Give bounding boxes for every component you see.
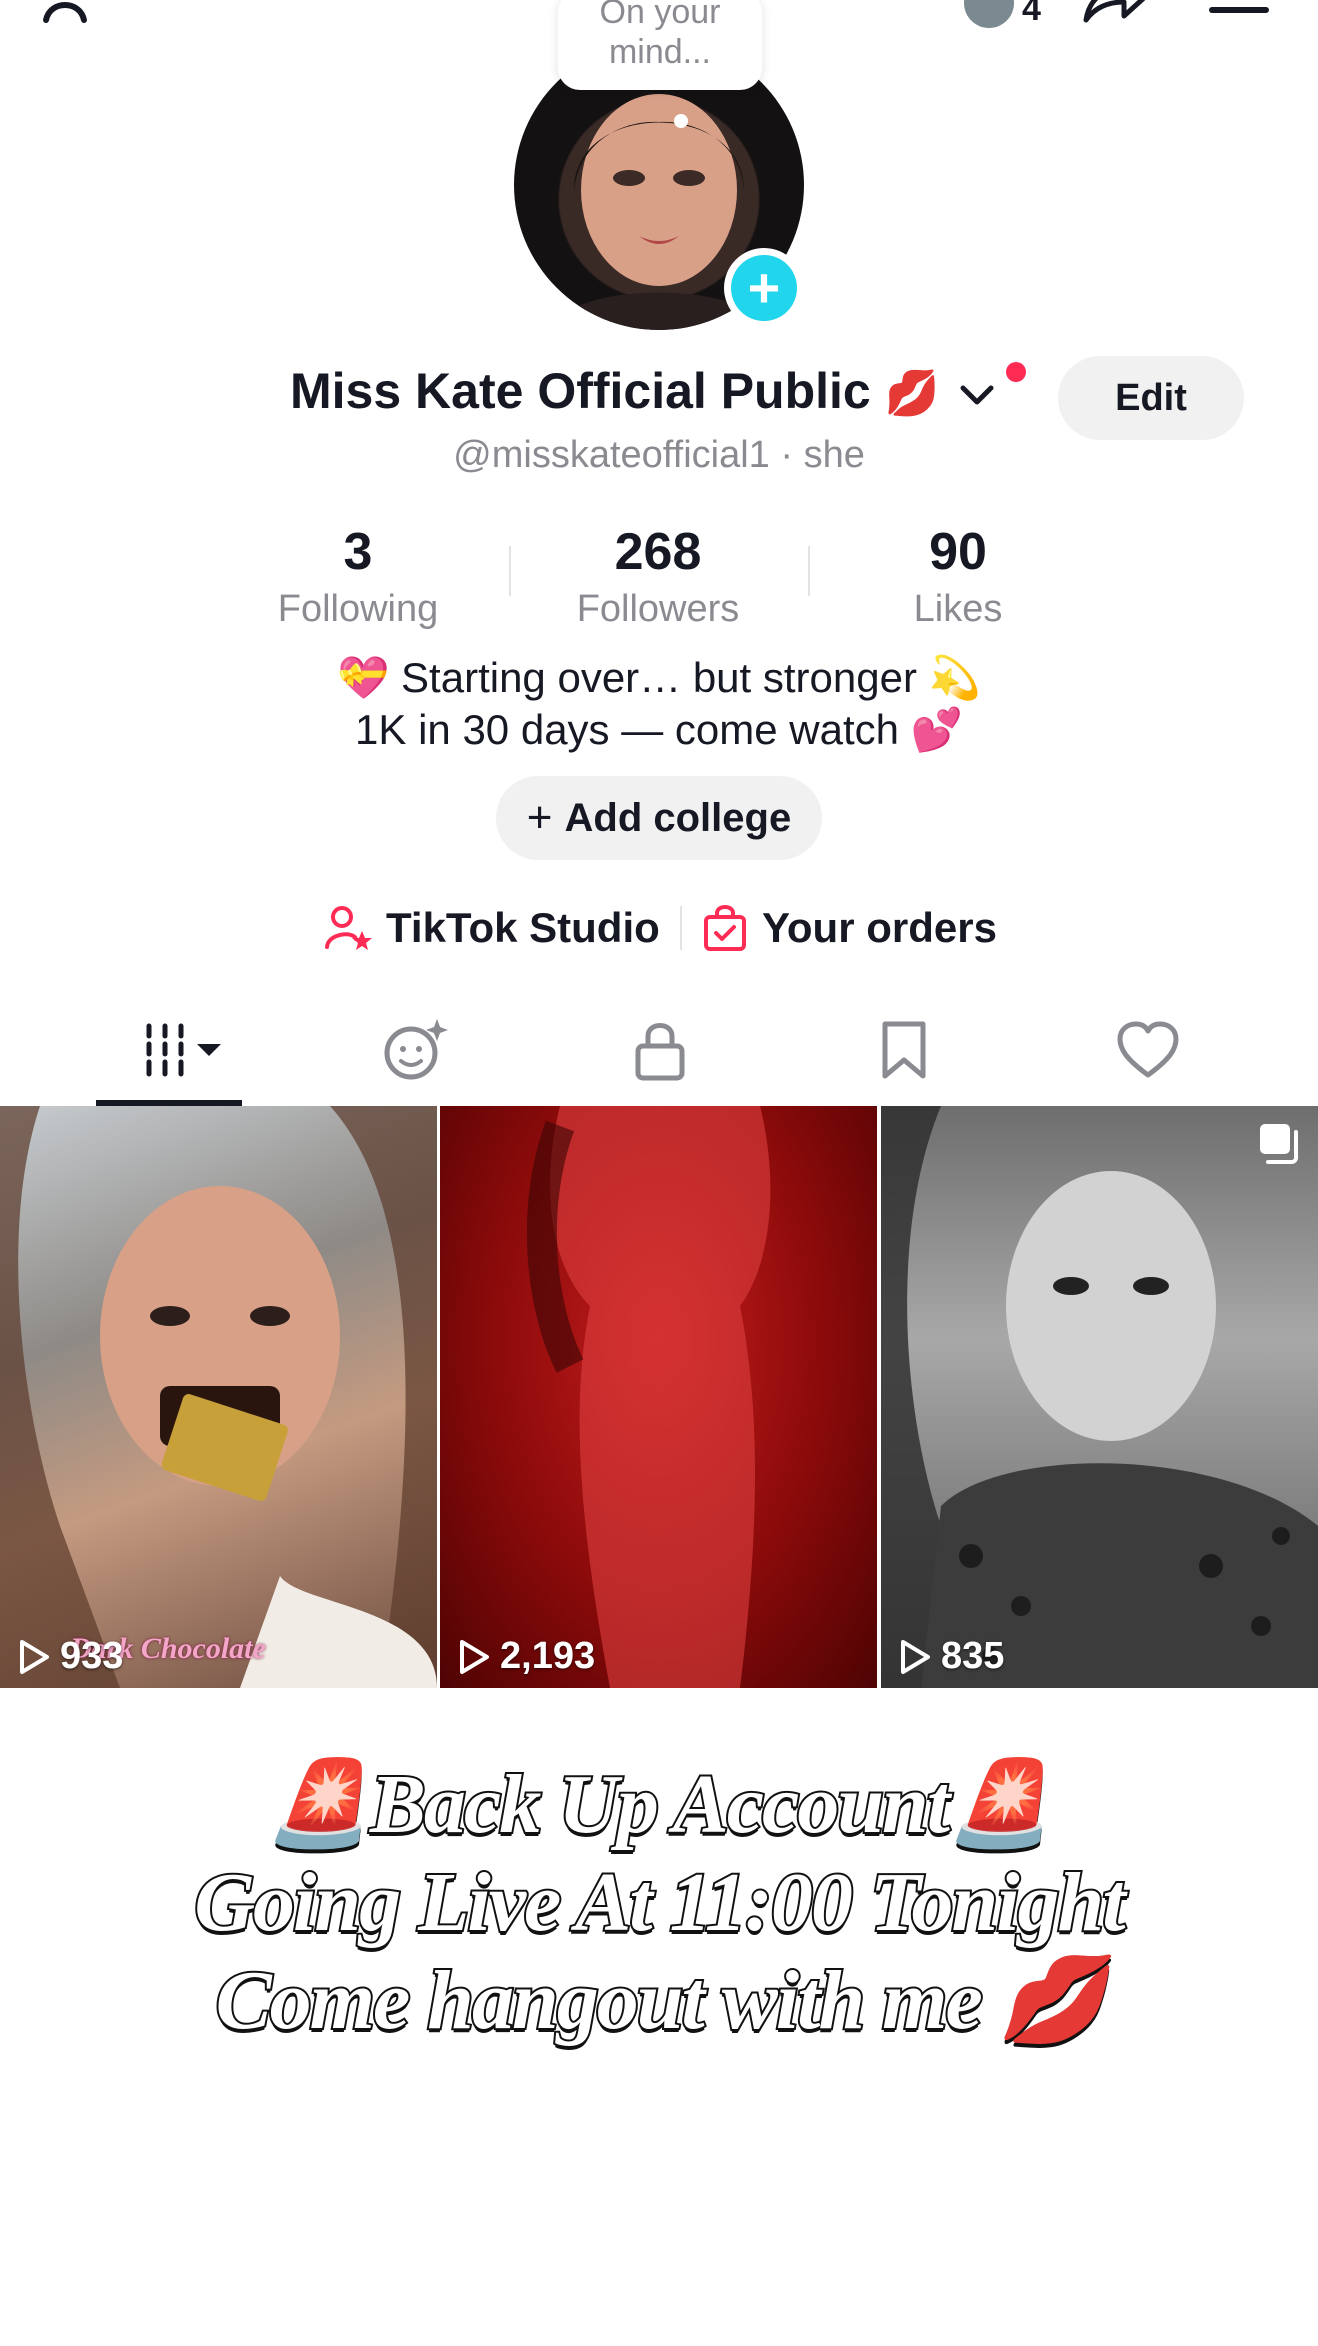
stat-followers[interactable]: 268 Followers — [528, 522, 788, 631]
add-college-button[interactable]: + Add college — [496, 776, 822, 860]
tab-reposts[interactable] — [368, 1010, 464, 1090]
video-thumbnail — [0, 1106, 437, 1688]
promo-line1: 🚨Back Up Account🚨 — [265, 1756, 1054, 1853]
bookmark-icon — [882, 1021, 926, 1079]
add-friend-icon[interactable] — [40, 0, 120, 24]
tiktok-studio-link[interactable]: TikTok Studio — [324, 896, 660, 960]
video-views: 2,193 — [500, 1635, 596, 1677]
share-icon[interactable] — [1080, 0, 1150, 24]
plus-icon: + — [731, 255, 797, 321]
face-sparkle-icon — [384, 1019, 448, 1080]
bio-line2: 1K in 30 days — come watch 💕 — [355, 706, 963, 753]
play-icon — [460, 1639, 489, 1674]
stat-likes-value: 90 — [929, 523, 987, 581]
video-view-count: 835 — [899, 1635, 1004, 1678]
video-views: 933 — [60, 1635, 124, 1677]
stat-following-label: Following — [277, 588, 439, 630]
stat-divider — [509, 546, 511, 596]
shopping-bag-icon — [704, 905, 746, 951]
stat-followers-label: Followers — [576, 588, 740, 630]
profile-name-text: Miss Kate Official Public — [290, 363, 871, 419]
chevron-down-icon[interactable] — [957, 380, 997, 410]
add-story-button[interactable]: + — [724, 248, 804, 328]
caret-down-icon — [197, 1044, 221, 1056]
creator-star-icon — [325, 906, 372, 950]
stat-likes-label: Likes — [913, 588, 1003, 630]
add-college-label: Add college — [564, 795, 792, 840]
play-icon — [901, 1639, 930, 1674]
promo-line2: Going Live At 11:00 Tonight — [192, 1854, 1127, 1951]
mind-bubble-dot — [674, 114, 688, 128]
stat-following[interactable]: 3 Following — [228, 522, 488, 631]
mind-bubble-line2: mind... — [608, 33, 712, 71]
video-view-count: 933 — [18, 1635, 123, 1678]
your-orders-label: Your orders — [762, 904, 997, 951]
link-separator — [680, 906, 682, 950]
mind-bubble-line1: On your — [599, 0, 721, 31]
video-views: 835 — [941, 1635, 1005, 1677]
video-thumbnail — [881, 1106, 1318, 1688]
tab-videos[interactable] — [96, 1010, 242, 1090]
stat-following-value: 3 — [343, 523, 373, 581]
video-tile[interactable]: 835 — [881, 1106, 1318, 1688]
friends-avatar[interactable] — [964, 0, 1014, 28]
video-tile[interactable]: Dark Chocolate 933 — [0, 1106, 437, 1688]
friends-count: 4 — [1022, 0, 1041, 28]
stat-likes[interactable]: 90 Likes — [828, 522, 1088, 631]
profile-name-emoji: 💋 — [884, 369, 940, 418]
bio-line1: 💝 Starting over… but stronger 💫 — [337, 654, 981, 701]
on-your-mind-bubble[interactable]: On your mind... — [558, 0, 762, 90]
tab-liked[interactable] — [1100, 1010, 1196, 1090]
lock-icon — [635, 1023, 685, 1081]
tab-favorites[interactable] — [856, 1010, 952, 1090]
edit-profile-button[interactable]: Edit — [1058, 356, 1244, 440]
profile-name[interactable]: Miss Kate Official Public 💋 — [290, 362, 997, 420]
heart-outline-icon — [1117, 1021, 1179, 1078]
video-tile[interactable]: 2,193 — [440, 1106, 877, 1688]
video-thumbnail — [526, 1106, 771, 1688]
your-orders-link[interactable]: Your orders — [702, 896, 997, 960]
notification-dot — [1006, 362, 1026, 382]
profile-handle: @misskateofficial1 · she — [453, 434, 865, 476]
plus-icon: + — [526, 793, 553, 842]
menu-icon[interactable] — [1208, 0, 1270, 24]
stat-divider — [808, 546, 810, 596]
stat-followers-value: 268 — [614, 523, 702, 581]
promo-line3: Come hangout with me 💋 — [214, 1952, 1107, 2049]
tiktok-studio-label: TikTok Studio — [386, 904, 660, 951]
multi-photo-icon — [1260, 1124, 1298, 1164]
tab-private[interactable] — [612, 1010, 708, 1090]
play-icon — [20, 1639, 49, 1674]
video-view-count: 2,193 — [458, 1635, 595, 1678]
